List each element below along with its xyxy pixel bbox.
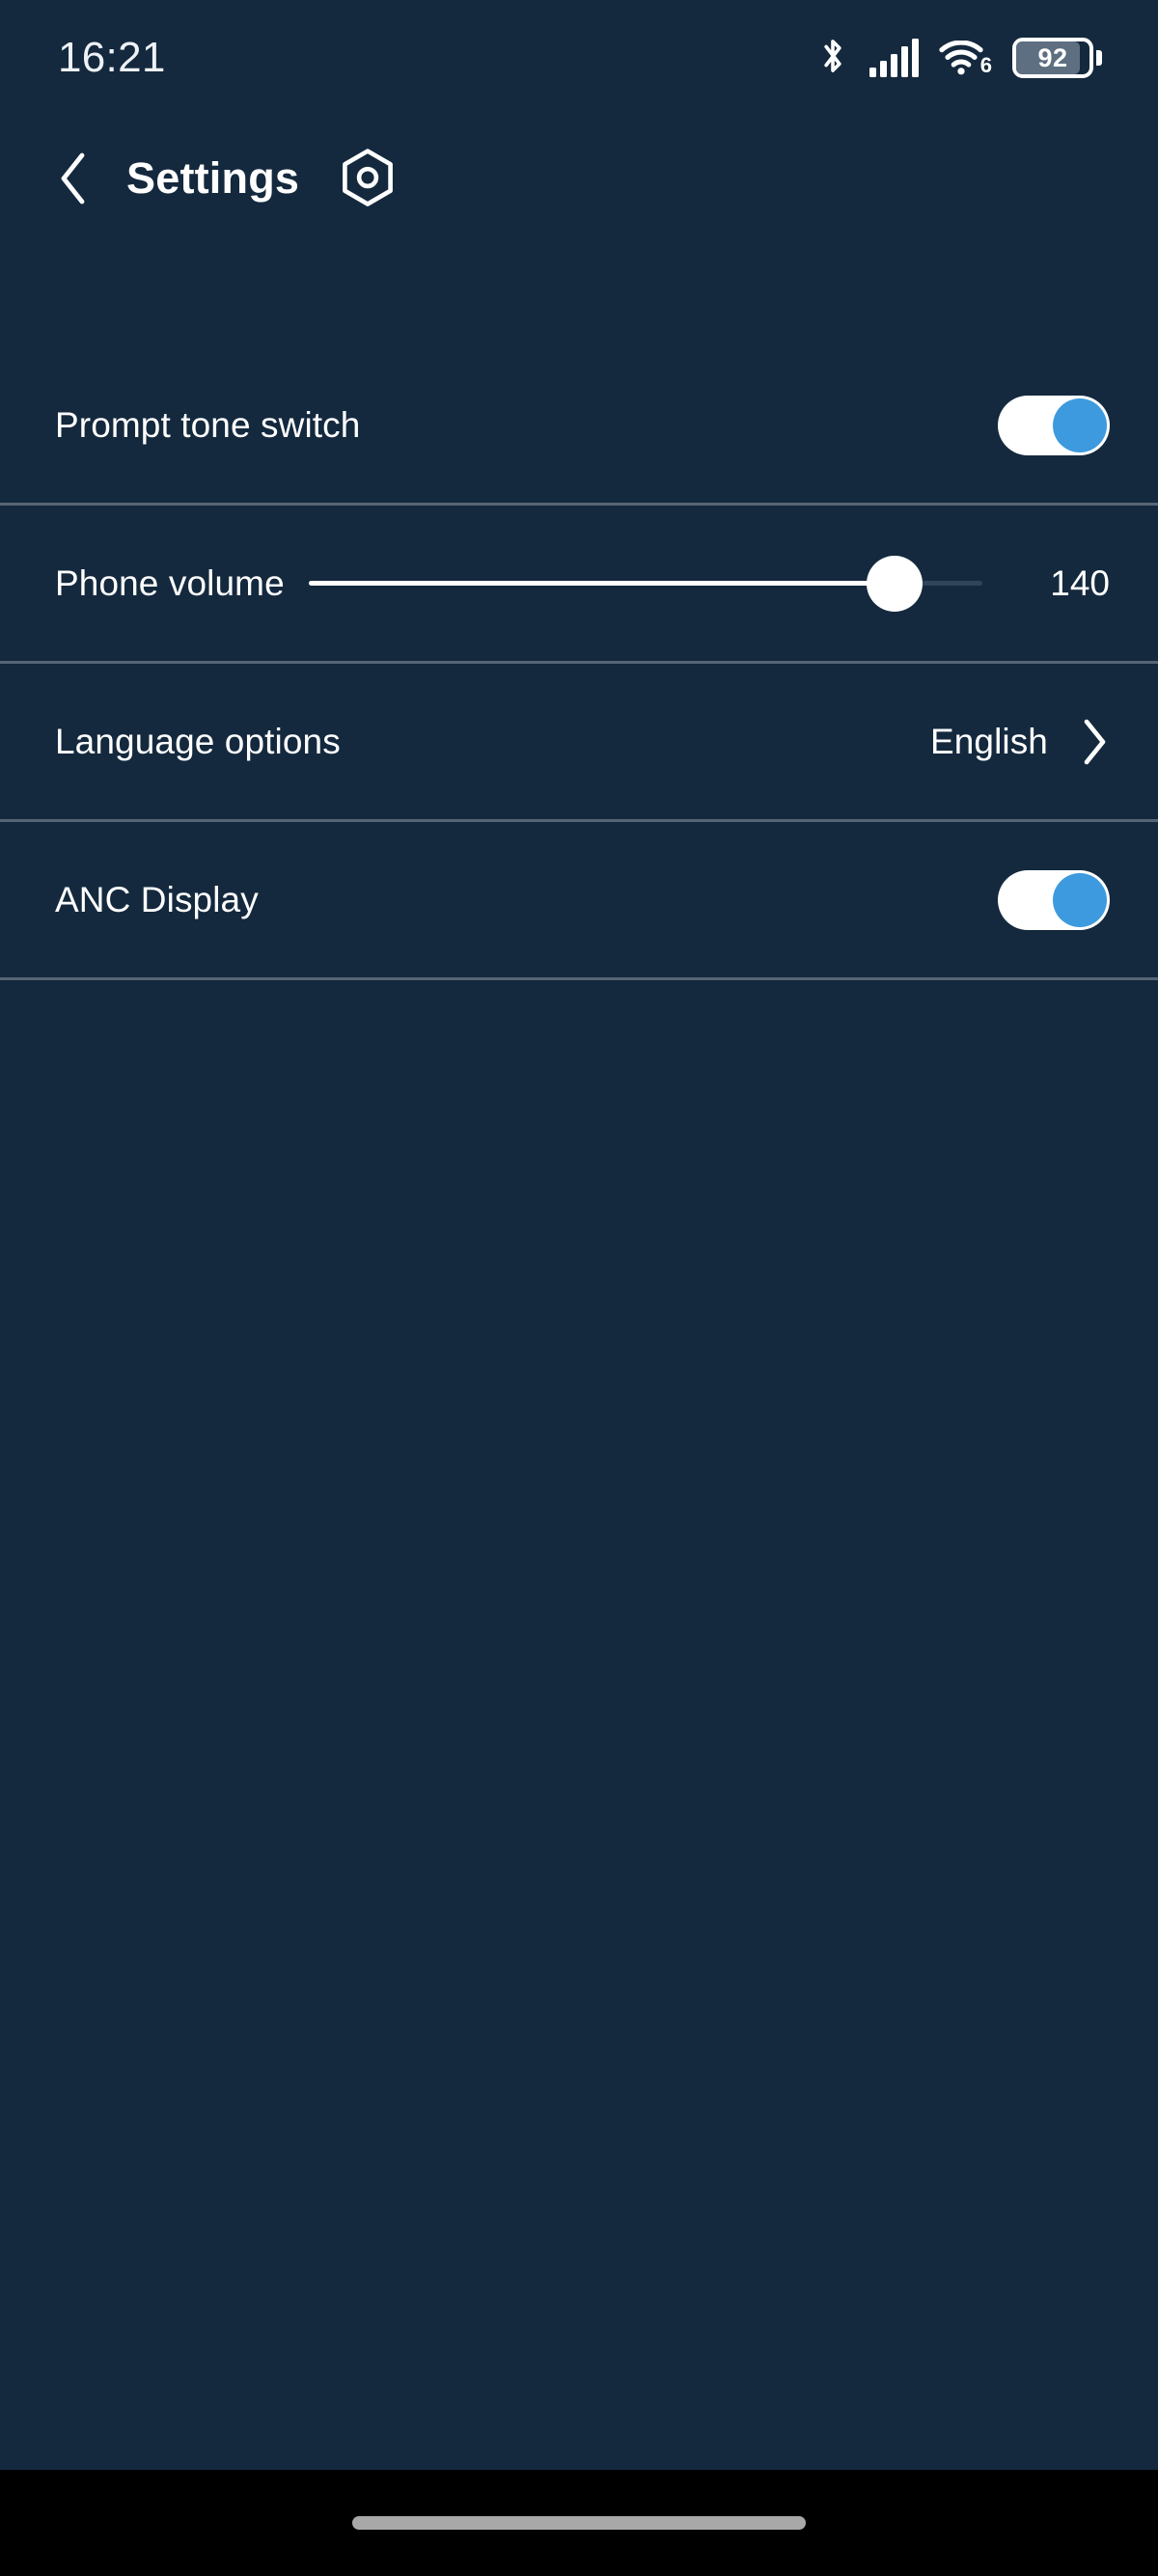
chevron-right-icon[interactable] — [1081, 718, 1110, 766]
language-options-value: English — [929, 721, 1048, 761]
wifi-generation-label: 6 — [979, 53, 992, 77]
bluetooth-icon — [816, 35, 849, 82]
hex-nut-icon[interactable] — [340, 148, 396, 209]
page-header: Settings — [0, 116, 1158, 241]
back-button[interactable] — [46, 151, 100, 206]
toggle-knob — [1053, 872, 1107, 927]
system-navigation-bar — [0, 2470, 1158, 2576]
settings-row-prompt-tone-switch[interactable]: Prompt tone switch — [0, 347, 1158, 506]
row-label: Prompt tone switch — [55, 404, 361, 445]
row-label: Phone volume — [55, 562, 285, 603]
settings-row-phone-volume[interactable]: Phone volume 140 — [0, 506, 1158, 664]
settings-row-anc-display[interactable]: ANC Display — [0, 822, 1158, 980]
toggle-knob — [1053, 397, 1107, 452]
phone-volume-slider[interactable] — [308, 554, 982, 614]
home-gesture-pill[interactable] — [352, 2516, 806, 2530]
prompt-tone-switch-toggle[interactable] — [998, 395, 1110, 455]
phone-volume-value: 140 — [1050, 562, 1110, 603]
row-label: Language options — [55, 721, 341, 761]
settings-row-language-options[interactable]: Language options English — [0, 664, 1158, 822]
status-bar: 16:21 6 92 — [0, 0, 1158, 116]
wifi-icon: 6 — [939, 41, 992, 77]
battery-icon: 92 — [1012, 38, 1102, 78]
status-bar-icons: 6 92 — [816, 35, 1102, 82]
battery-level-label: 92 — [1037, 42, 1068, 72]
page-title: Settings — [126, 153, 300, 203]
anc-display-toggle[interactable] — [998, 869, 1110, 930]
row-label: ANC Display — [55, 879, 259, 919]
settings-screen: 16:21 6 92 Settings Prompt tone switch P… — [0, 0, 1158, 2576]
slider-thumb[interactable] — [867, 555, 924, 612]
status-bar-clock: 16:21 — [58, 34, 166, 81]
slider-fill — [308, 581, 896, 586]
cellular-signal-icon — [868, 39, 919, 77]
settings-list: Prompt tone switch Phone volume 140 Lang… — [0, 347, 1158, 980]
